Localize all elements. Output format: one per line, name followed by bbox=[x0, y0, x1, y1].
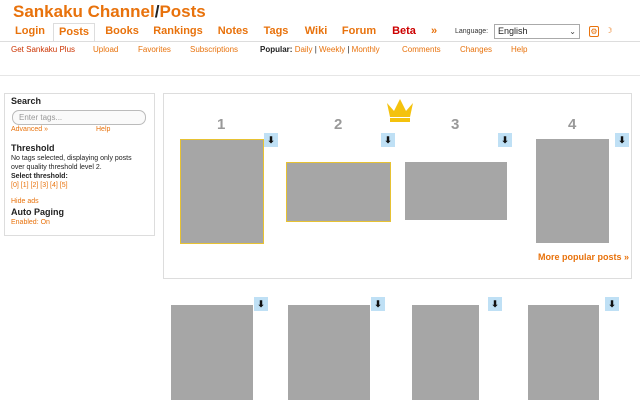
popular-posts-box: 1 2 3 4 ⬇ ⬇ ⬇ ⬇ More popular posts » bbox=[163, 93, 632, 279]
subnav-upload[interactable]: Upload bbox=[93, 45, 118, 54]
rank-number: 2 bbox=[334, 116, 343, 133]
subnav-sankaku-plus[interactable]: Get Sankaku Plus bbox=[11, 45, 75, 54]
nav-tab-books[interactable]: Books bbox=[101, 23, 143, 41]
select-threshold-label: Select threshold: bbox=[11, 173, 68, 180]
language-select[interactable]: English ⌄ bbox=[494, 24, 580, 39]
moon-icon[interactable]: ☽ bbox=[604, 26, 614, 37]
nav-tab-more[interactable]: » bbox=[426, 23, 442, 41]
nav-tab-wiki[interactable]: Wiki bbox=[300, 23, 332, 41]
nav-tab-posts[interactable]: Posts bbox=[53, 23, 95, 42]
post-thumbnail[interactable] bbox=[180, 139, 264, 244]
subnav-help[interactable]: Help bbox=[511, 45, 527, 54]
threshold-option[interactable]: [5] bbox=[60, 182, 68, 189]
nav-tab-beta[interactable]: Beta bbox=[387, 23, 421, 41]
download-icon[interactable]: ⬇ bbox=[498, 133, 512, 147]
download-icon[interactable]: ⬇ bbox=[615, 133, 629, 147]
popular-label: Popular: bbox=[260, 45, 293, 54]
more-popular-posts-link[interactable]: More popular posts » bbox=[538, 252, 629, 262]
download-icon[interactable]: ⬇ bbox=[254, 297, 268, 311]
rank-number: 4 bbox=[568, 116, 577, 133]
download-icon[interactable]: ⬇ bbox=[605, 297, 619, 311]
threshold-option[interactable]: [4] bbox=[50, 182, 58, 189]
sub-nav: Get Sankaku Plus Upload Favorites Subscr… bbox=[0, 41, 640, 76]
language-label: Language: bbox=[455, 28, 489, 35]
nav-tab-notes[interactable]: Notes bbox=[213, 23, 253, 41]
nav-tab-login[interactable]: Login bbox=[10, 23, 50, 41]
post-thumbnail[interactable] bbox=[528, 305, 599, 400]
search-help-link[interactable]: Help bbox=[96, 126, 110, 133]
site-title[interactable]: Sankaku Channel/Posts bbox=[13, 2, 206, 22]
download-icon[interactable]: ⬇ bbox=[371, 297, 385, 311]
threshold-option[interactable]: [3] bbox=[40, 182, 48, 189]
subnav-favorites[interactable]: Favorites bbox=[138, 45, 171, 54]
sidebar: Search Enter tags... Advanced » Help Thr… bbox=[4, 93, 155, 236]
auto-paging-toggle[interactable]: Enabled: On bbox=[11, 219, 50, 226]
nav-tab-forum[interactable]: Forum bbox=[338, 23, 380, 41]
threshold-option[interactable]: [0] bbox=[11, 182, 19, 189]
popular-separator: | bbox=[347, 45, 350, 54]
download-icon[interactable]: ⬇ bbox=[264, 133, 278, 147]
post-thumbnail[interactable] bbox=[288, 305, 370, 400]
site-title-sub[interactable]: Posts bbox=[159, 2, 205, 21]
popular-separator: | bbox=[314, 45, 317, 54]
post-thumbnail[interactable] bbox=[405, 162, 507, 220]
post-thumbnail[interactable] bbox=[286, 162, 391, 222]
threshold-options: [0] [1] [2] [3] [4] [5] bbox=[11, 181, 68, 190]
hide-ads-link[interactable]: Hide ads bbox=[11, 198, 39, 205]
subnav-popular: Popular: Daily | Weekly | Monthly bbox=[260, 45, 380, 54]
threshold-option[interactable]: [2] bbox=[31, 182, 39, 189]
threshold-heading: Threshold bbox=[11, 143, 55, 153]
subnav-subscriptions[interactable]: Subscriptions bbox=[190, 45, 238, 54]
popular-daily-link[interactable]: Daily bbox=[295, 45, 313, 54]
threshold-text: No tags selected, displaying only posts bbox=[11, 155, 132, 162]
language-value: English bbox=[498, 26, 528, 36]
auto-paging-heading: Auto Paging bbox=[11, 207, 64, 217]
subnav-comments[interactable]: Comments bbox=[402, 45, 441, 54]
rank-number: 3 bbox=[451, 116, 460, 133]
crown-icon bbox=[387, 99, 413, 122]
post-thumbnail[interactable] bbox=[171, 305, 253, 400]
popular-monthly-link[interactable]: Monthly bbox=[352, 45, 380, 54]
post-thumbnail[interactable] bbox=[412, 305, 479, 400]
subnav-changes[interactable]: Changes bbox=[460, 45, 492, 54]
rank-number: 1 bbox=[217, 116, 226, 133]
search-heading: Search bbox=[11, 96, 42, 106]
download-icon[interactable]: ⬇ bbox=[488, 297, 502, 311]
nav-tab-tags[interactable]: Tags bbox=[259, 23, 293, 41]
site-title-main[interactable]: Sankaku Channel bbox=[13, 2, 155, 21]
threshold-text: over quality threshold level 2. bbox=[11, 164, 102, 171]
popular-weekly-link[interactable]: Weekly bbox=[319, 45, 345, 54]
threshold-option[interactable]: [1] bbox=[21, 182, 29, 189]
search-input[interactable]: Enter tags... bbox=[12, 110, 146, 125]
post-thumbnail[interactable] bbox=[536, 139, 609, 243]
chevron-down-icon: ⌄ bbox=[569, 27, 576, 36]
gear-icon[interactable]: ⚙ bbox=[589, 26, 599, 37]
nav-tab-rankings[interactable]: Rankings bbox=[150, 23, 206, 41]
advanced-search-link[interactable]: Advanced » bbox=[11, 126, 48, 133]
download-icon[interactable]: ⬇ bbox=[381, 133, 395, 147]
